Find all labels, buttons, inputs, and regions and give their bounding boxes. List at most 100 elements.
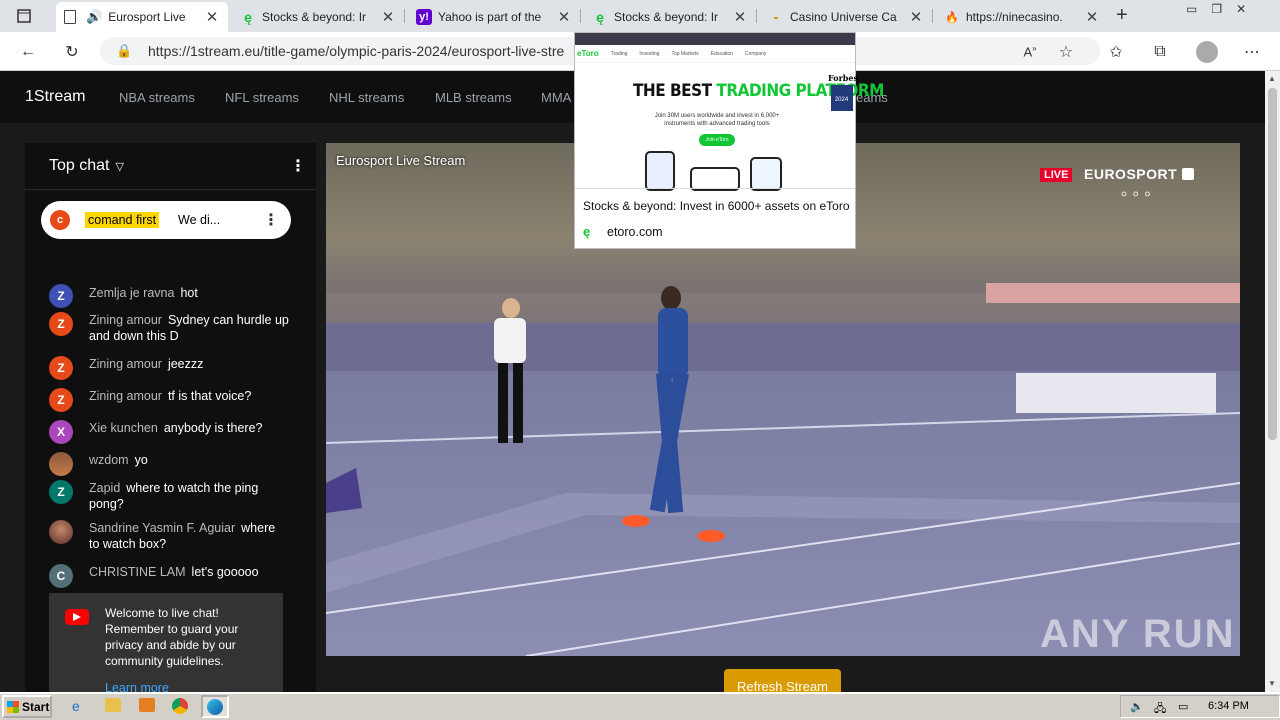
- system-tray: [1120, 695, 1280, 718]
- clock[interactable]: 6:34 PM: [1208, 700, 1249, 712]
- close-icon[interactable]: ✕: [204, 8, 220, 26]
- nav-nhl[interactable]: NHL streams: [329, 90, 404, 105]
- forbes-badge-year: 2024: [830, 85, 853, 111]
- folder-icon[interactable]: [105, 698, 121, 712]
- chat-message: C CHRISTINE LAM let's gooooo: [49, 564, 289, 588]
- tab-title: Yahoo is part of the: [438, 10, 542, 24]
- learn-more-link[interactable]: Learn more: [105, 681, 169, 692]
- ad-cta-button[interactable]: Join eToro: [699, 134, 735, 146]
- phone-image: [750, 157, 782, 191]
- nav-mlb[interactable]: MLB streams: [435, 90, 512, 105]
- chat-menu-icon[interactable]: ⋮: [290, 156, 306, 176]
- tab-title: Stocks & beyond: Ir: [262, 10, 367, 24]
- message-author: Xie kunchen: [89, 421, 158, 435]
- pinned-menu-icon[interactable]: ⋮: [263, 210, 279, 230]
- tab-actions-icon[interactable]: [12, 4, 36, 28]
- avatar: Z: [49, 312, 73, 336]
- ad-nav: eToro Trading Investing Top Markets Educ…: [575, 45, 855, 63]
- media-player-icon[interactable]: [139, 698, 155, 712]
- avatar: c: [50, 210, 70, 230]
- message-author: Sandrine Yasmin F. Aguiar: [89, 521, 236, 535]
- pinned-message[interactable]: [41, 201, 291, 239]
- network-icon[interactable]: 🖧: [1154, 700, 1166, 719]
- refresh-icon[interactable]: ↻: [60, 40, 84, 64]
- volume-icon[interactable]: 🔈: [1130, 700, 1144, 713]
- tab-eurosport[interactable]: 🔊 Eurosport Live ✕: [56, 2, 228, 32]
- ad-nav-item: Investing: [639, 50, 660, 57]
- chrome-icon[interactable]: [172, 698, 188, 714]
- message-text: let's gooooo: [191, 565, 259, 579]
- back-icon[interactable]: ←: [16, 40, 40, 64]
- chat-message: wzdom yo: [49, 452, 289, 476]
- live-badge: LIVE: [1040, 168, 1073, 182]
- ad-domain[interactable]: etoro.com: [607, 225, 663, 239]
- tab-ninecasino[interactable]: 🔥 https://ninecasino. ✕: [936, 2, 1108, 32]
- page-icon: [64, 10, 76, 24]
- pinned-author: comand first: [85, 212, 160, 228]
- restore-icon[interactable]: ❐: [1211, 2, 1222, 16]
- tab-stocks-1[interactable]: ę Stocks & beyond: Ir ✕: [232, 2, 404, 32]
- nav-nba[interactable]: NBA streams: [119, 90, 195, 105]
- minimize-icon[interactable]: ▭: [1186, 2, 1197, 16]
- forbes-badge: Forbes 2024: [828, 73, 858, 123]
- message-author: Zemlja je ravna: [89, 286, 175, 300]
- chat-mode-label: Top chat: [49, 157, 110, 174]
- chat-message: Z Zapid where to watch the ping pong?: [49, 480, 289, 512]
- watermark: ANY RUN: [1040, 612, 1236, 656]
- tab-title: Casino Universe Ca: [790, 10, 897, 24]
- close-icon[interactable]: ✕: [908, 8, 924, 26]
- url-text[interactable]: https://1stream.eu/title-game/olympic-pa…: [148, 43, 578, 59]
- nav-nfl[interactable]: NFL streams: [225, 90, 299, 105]
- pinned-text: We di...: [178, 213, 221, 227]
- message-author: Zining amour: [89, 389, 162, 403]
- scroll-down-icon[interactable]: ▼: [1268, 679, 1276, 688]
- start-button[interactable]: Start: [2, 695, 52, 718]
- close-icon[interactable]: ✕: [556, 8, 572, 26]
- close-icon[interactable]: ✕: [1084, 8, 1100, 26]
- lock-icon[interactable]: 🔒: [116, 43, 132, 59]
- close-window-icon[interactable]: ✕: [1236, 2, 1246, 16]
- ad-popup[interactable]: eToro Trading Investing Top Markets Educ…: [574, 32, 884, 249]
- welcome-text: Welcome to live chat! Remember to guard …: [105, 606, 239, 668]
- scroll-up-icon[interactable]: ▲: [1268, 74, 1276, 83]
- favorites-icon[interactable]: ✩: [1104, 40, 1128, 64]
- tab-stocks-2[interactable]: ę Stocks & beyond: Ir ✕: [584, 2, 756, 32]
- close-icon[interactable]: ✕: [380, 8, 396, 26]
- avatar: Z: [49, 388, 73, 412]
- etoro-icon: ę: [596, 9, 604, 25]
- ad-caption[interactable]: Stocks & beyond: Invest in 6000+ assets …: [583, 199, 853, 213]
- close-icon[interactable]: ✕: [732, 8, 748, 26]
- ie-icon[interactable]: e: [72, 698, 80, 714]
- tab-title: https://ninecasino.: [966, 10, 1063, 24]
- collections-icon[interactable]: ⧉: [1148, 40, 1172, 64]
- ad-subtext: Join 30M users worldwide and invest in 6…: [654, 113, 780, 127]
- message-author: Zining amour: [89, 357, 162, 371]
- casino-icon: ◒: [772, 11, 780, 23]
- chat-message: Z Zining amour jeezzz: [49, 356, 289, 380]
- chat-message: Sandrine Yasmin F. Aguiar where to watch …: [49, 520, 289, 552]
- site-logo[interactable]: 1Stream: [25, 88, 85, 106]
- ad-headline-top: THE BEST: [633, 81, 712, 101]
- chat-message: Z Zining amour tf is that voice?: [49, 388, 289, 412]
- etoro-logo: eToro: [577, 49, 599, 58]
- edge-taskbar-button[interactable]: [201, 695, 229, 718]
- tab-yahoo[interactable]: y! Yahoo is part of the ✕: [408, 2, 580, 32]
- ninecasino-icon: 🔥: [945, 11, 959, 24]
- olympic-rings-icon: ⚬⚬⚬: [1118, 186, 1154, 202]
- avatar: [49, 452, 73, 476]
- ad-nav-item: Top Markets: [671, 50, 699, 57]
- profile-avatar[interactable]: [1196, 41, 1218, 63]
- new-tab-icon[interactable]: +: [1116, 4, 1128, 27]
- speaker-icon[interactable]: 🔊: [86, 9, 102, 25]
- message-text: yo: [134, 453, 148, 467]
- more-icon[interactable]: ⋯: [1240, 40, 1264, 64]
- chat-mode-dropdown[interactable]: Top chat ▽: [49, 157, 124, 175]
- refresh-stream-button[interactable]: Refresh Stream: [724, 669, 841, 692]
- tab-casino[interactable]: ◒ Casino Universe Ca ✕: [760, 2, 932, 32]
- add-favorite-icon[interactable]: ☆: [1054, 40, 1078, 64]
- avatar: Z: [49, 356, 73, 380]
- read-aloud-icon[interactable]: A»: [1018, 40, 1042, 64]
- display-icon[interactable]: ▭: [1178, 700, 1188, 713]
- scrollbar-thumb[interactable]: [1268, 88, 1277, 440]
- youtube-icon: [65, 609, 89, 625]
